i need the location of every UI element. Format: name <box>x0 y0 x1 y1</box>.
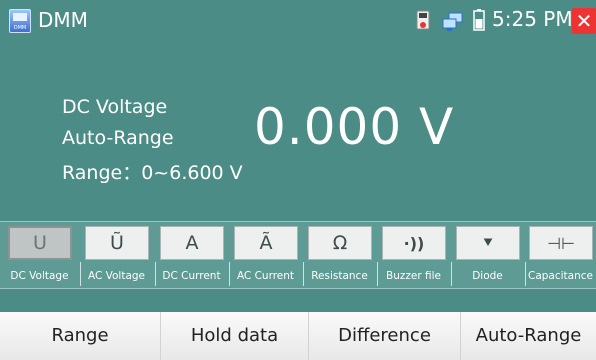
capacitor-icon: ⊣⊢ <box>529 226 593 260</box>
ohm-icon: Ω <box>308 226 372 260</box>
title-bar: DMM DMM 5:25 PM ✕ <box>0 0 596 42</box>
mode-diode[interactable]: ⯆ Diode <box>451 224 524 286</box>
mode-label: DC Voltage <box>10 270 69 282</box>
mode-buzzer[interactable]: ·)) Buzzer file <box>377 224 450 286</box>
mode-ac-voltage[interactable]: Ũ AC Voltage <box>80 224 153 286</box>
mode-label: Resistance <box>311 270 368 282</box>
window-title: DMM <box>38 8 88 32</box>
sd-card-icon <box>416 10 430 30</box>
range-button[interactable]: Range <box>0 312 160 360</box>
footer-toolbar: Range Hold data Difference Auto-Range <box>0 312 596 360</box>
mode-label: Diode <box>472 270 503 282</box>
mode-capacitance[interactable]: ⊣⊢ Capacitance <box>524 224 596 286</box>
hold-data-button[interactable]: Hold data <box>160 312 308 360</box>
mode-dc-current[interactable]: A DC Current <box>155 224 228 286</box>
mode-resistance[interactable]: Ω Resistance <box>303 224 376 286</box>
battery-icon <box>473 9 485 31</box>
dc-voltage-icon: U <box>8 226 72 260</box>
mode-ac-current[interactable]: Ã AC Current <box>229 224 302 286</box>
ac-voltage-icon: Ũ <box>85 226 149 260</box>
range-mode: Auto-Range <box>62 127 174 149</box>
mode-dc-voltage[interactable]: U DC Voltage <box>3 224 76 286</box>
mode-label: Capacitance <box>528 270 593 282</box>
auto-range-button[interactable]: Auto-Range <box>460 312 596 360</box>
buzzer-icon: ·)) <box>382 226 446 260</box>
clock: 5:25 PM <box>492 7 573 31</box>
measurement-mode: DC Voltage <box>62 96 168 118</box>
mode-label: Buzzer file <box>386 270 441 282</box>
measurement-value: 0.000 V <box>254 98 455 156</box>
ac-current-icon: Ã <box>234 226 298 260</box>
mode-selector: U DC Voltage Ũ AC Voltage A DC Current Ã… <box>0 221 596 289</box>
mode-label: DC Current <box>162 270 221 282</box>
network-icon <box>442 12 463 31</box>
difference-button[interactable]: Difference <box>308 312 460 360</box>
mode-label: AC Voltage <box>87 270 146 282</box>
dc-current-icon: A <box>160 226 224 260</box>
dmm-app-icon[interactable]: DMM <box>9 9 31 33</box>
mode-label: AC Current <box>236 270 295 282</box>
range-value: Range：0~6.600 V <box>62 162 243 184</box>
close-icon[interactable]: ✕ <box>572 8 596 34</box>
diode-icon: ⯆ <box>456 226 520 260</box>
